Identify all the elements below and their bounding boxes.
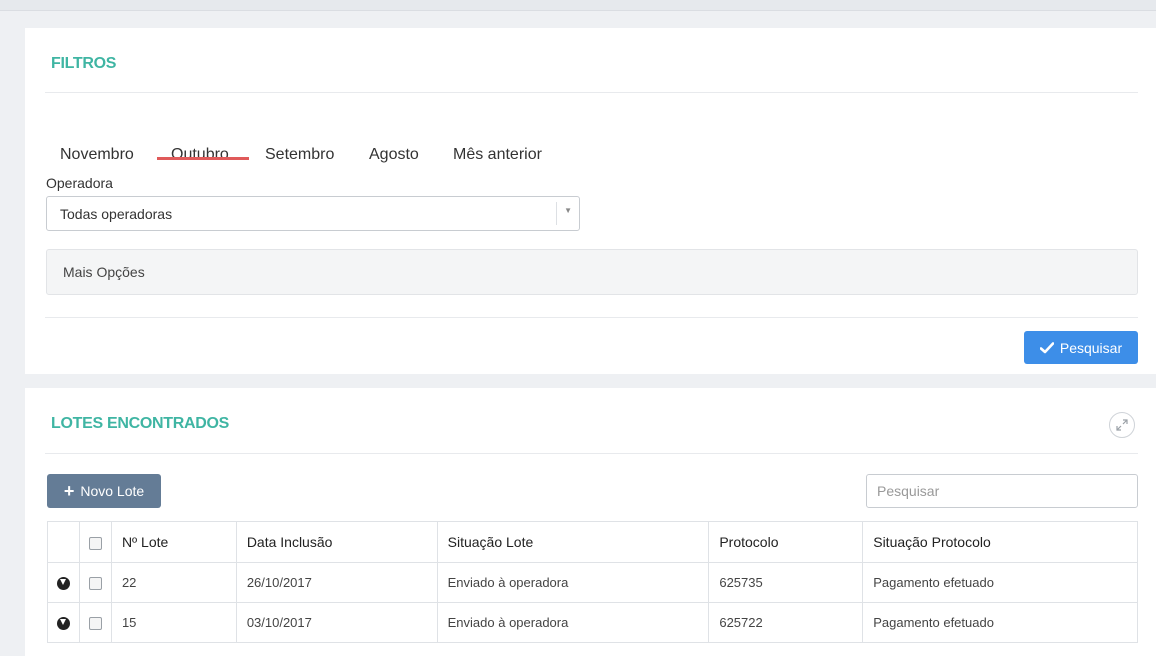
lotes-title-divider [45, 453, 1138, 454]
table-header-row: Nº Lote Data Inclusão Situação Lote Prot… [47, 521, 1138, 563]
row-checkbox[interactable] [88, 577, 102, 591]
mais-opcoes-label: Mais Opções [63, 264, 145, 280]
cell-situacao-lote: Enviado à operadora [436, 602, 710, 643]
novo-lote-button-label: Novo Lote [80, 483, 145, 499]
lotes-table: Nº Lote Data Inclusão Situação Lote Prot… [47, 521, 1138, 643]
pesquisar-button[interactable]: Pesquisar [1024, 331, 1138, 364]
novo-lote-button[interactable]: + Novo Lote [47, 474, 161, 508]
operadora-select[interactable]: Todas operadoras ▼ [46, 196, 580, 231]
header-checkbox-cell [78, 521, 112, 563]
cell-situacao-lote: Enviado à operadora [436, 562, 710, 603]
cell-situacao-protocolo: Pagamento efetuado [862, 602, 1138, 643]
row-checkbox[interactable] [88, 617, 102, 631]
circle-chevron-down-icon[interactable] [56, 617, 70, 631]
filters-title: FILTROS [51, 55, 117, 72]
active-tab-indicator [157, 157, 249, 160]
cell-protocolo: 625735 [708, 562, 864, 603]
check-icon [1039, 341, 1054, 353]
tab-agosto[interactable]: Agosto [369, 146, 419, 164]
table-row: 15 03/10/2017 Enviado à operadora 625722… [47, 602, 1138, 643]
tab-setembro[interactable]: Setembro [265, 146, 334, 164]
top-bar [0, 0, 1156, 11]
row-toggle-cell [47, 602, 80, 643]
header-toggle-cell [47, 521, 80, 563]
filters-panel: FILTROS Novembro Outubro Setembro Agosto… [25, 28, 1156, 374]
tab-mes-anterior[interactable]: Mês anterior [453, 146, 542, 164]
operadora-label: Operadora [46, 175, 113, 191]
column-header-situacao-protocolo[interactable]: Situação Protocolo [862, 521, 1138, 563]
select-all-checkbox[interactable] [88, 536, 102, 550]
tab-novembro[interactable]: Novembro [60, 146, 134, 164]
plus-icon: + [63, 481, 75, 501]
cell-lote: 15 [110, 602, 237, 643]
cell-situacao-protocolo: Pagamento efetuado [862, 562, 1138, 603]
pesquisar-button-label: Pesquisar [1059, 339, 1123, 356]
lotes-title: LOTES ENCONTRADOS [51, 415, 230, 432]
row-toggle-cell [47, 562, 80, 603]
row-checkbox-cell [78, 602, 112, 643]
expand-button[interactable] [1109, 412, 1135, 438]
filters-footer-divider [45, 317, 1138, 318]
select-separator [556, 202, 557, 225]
circle-chevron-down-icon[interactable] [56, 577, 70, 591]
column-header-situacao-lote[interactable]: Situação Lote [436, 521, 710, 563]
row-checkbox-cell [78, 562, 112, 603]
operadora-select-value: Todas operadoras [60, 206, 173, 222]
column-header-data-inclusao[interactable]: Data Inclusão [235, 521, 438, 563]
expand-icon [1116, 419, 1128, 431]
cell-protocolo: 625722 [708, 602, 864, 643]
cell-data-inclusao: 26/10/2017 [235, 562, 438, 603]
table-row: 22 26/10/2017 Enviado à operadora 625735… [47, 562, 1138, 603]
lotes-panel: LOTES ENCONTRADOS + Novo Lote Nº Lote Da… [25, 388, 1156, 656]
cell-data-inclusao: 03/10/2017 [235, 602, 438, 643]
mais-opcoes-toggle[interactable]: Mais Opções [46, 249, 1138, 295]
column-header-lote[interactable]: Nº Lote [110, 521, 237, 563]
caret-down-icon: ▼ [564, 206, 572, 215]
filters-title-divider [45, 92, 1138, 93]
tab-outubro[interactable]: Outubro [171, 146, 229, 164]
cell-lote: 22 [110, 562, 237, 603]
lotes-search-input[interactable] [866, 474, 1138, 508]
column-header-protocolo[interactable]: Protocolo [708, 521, 864, 563]
